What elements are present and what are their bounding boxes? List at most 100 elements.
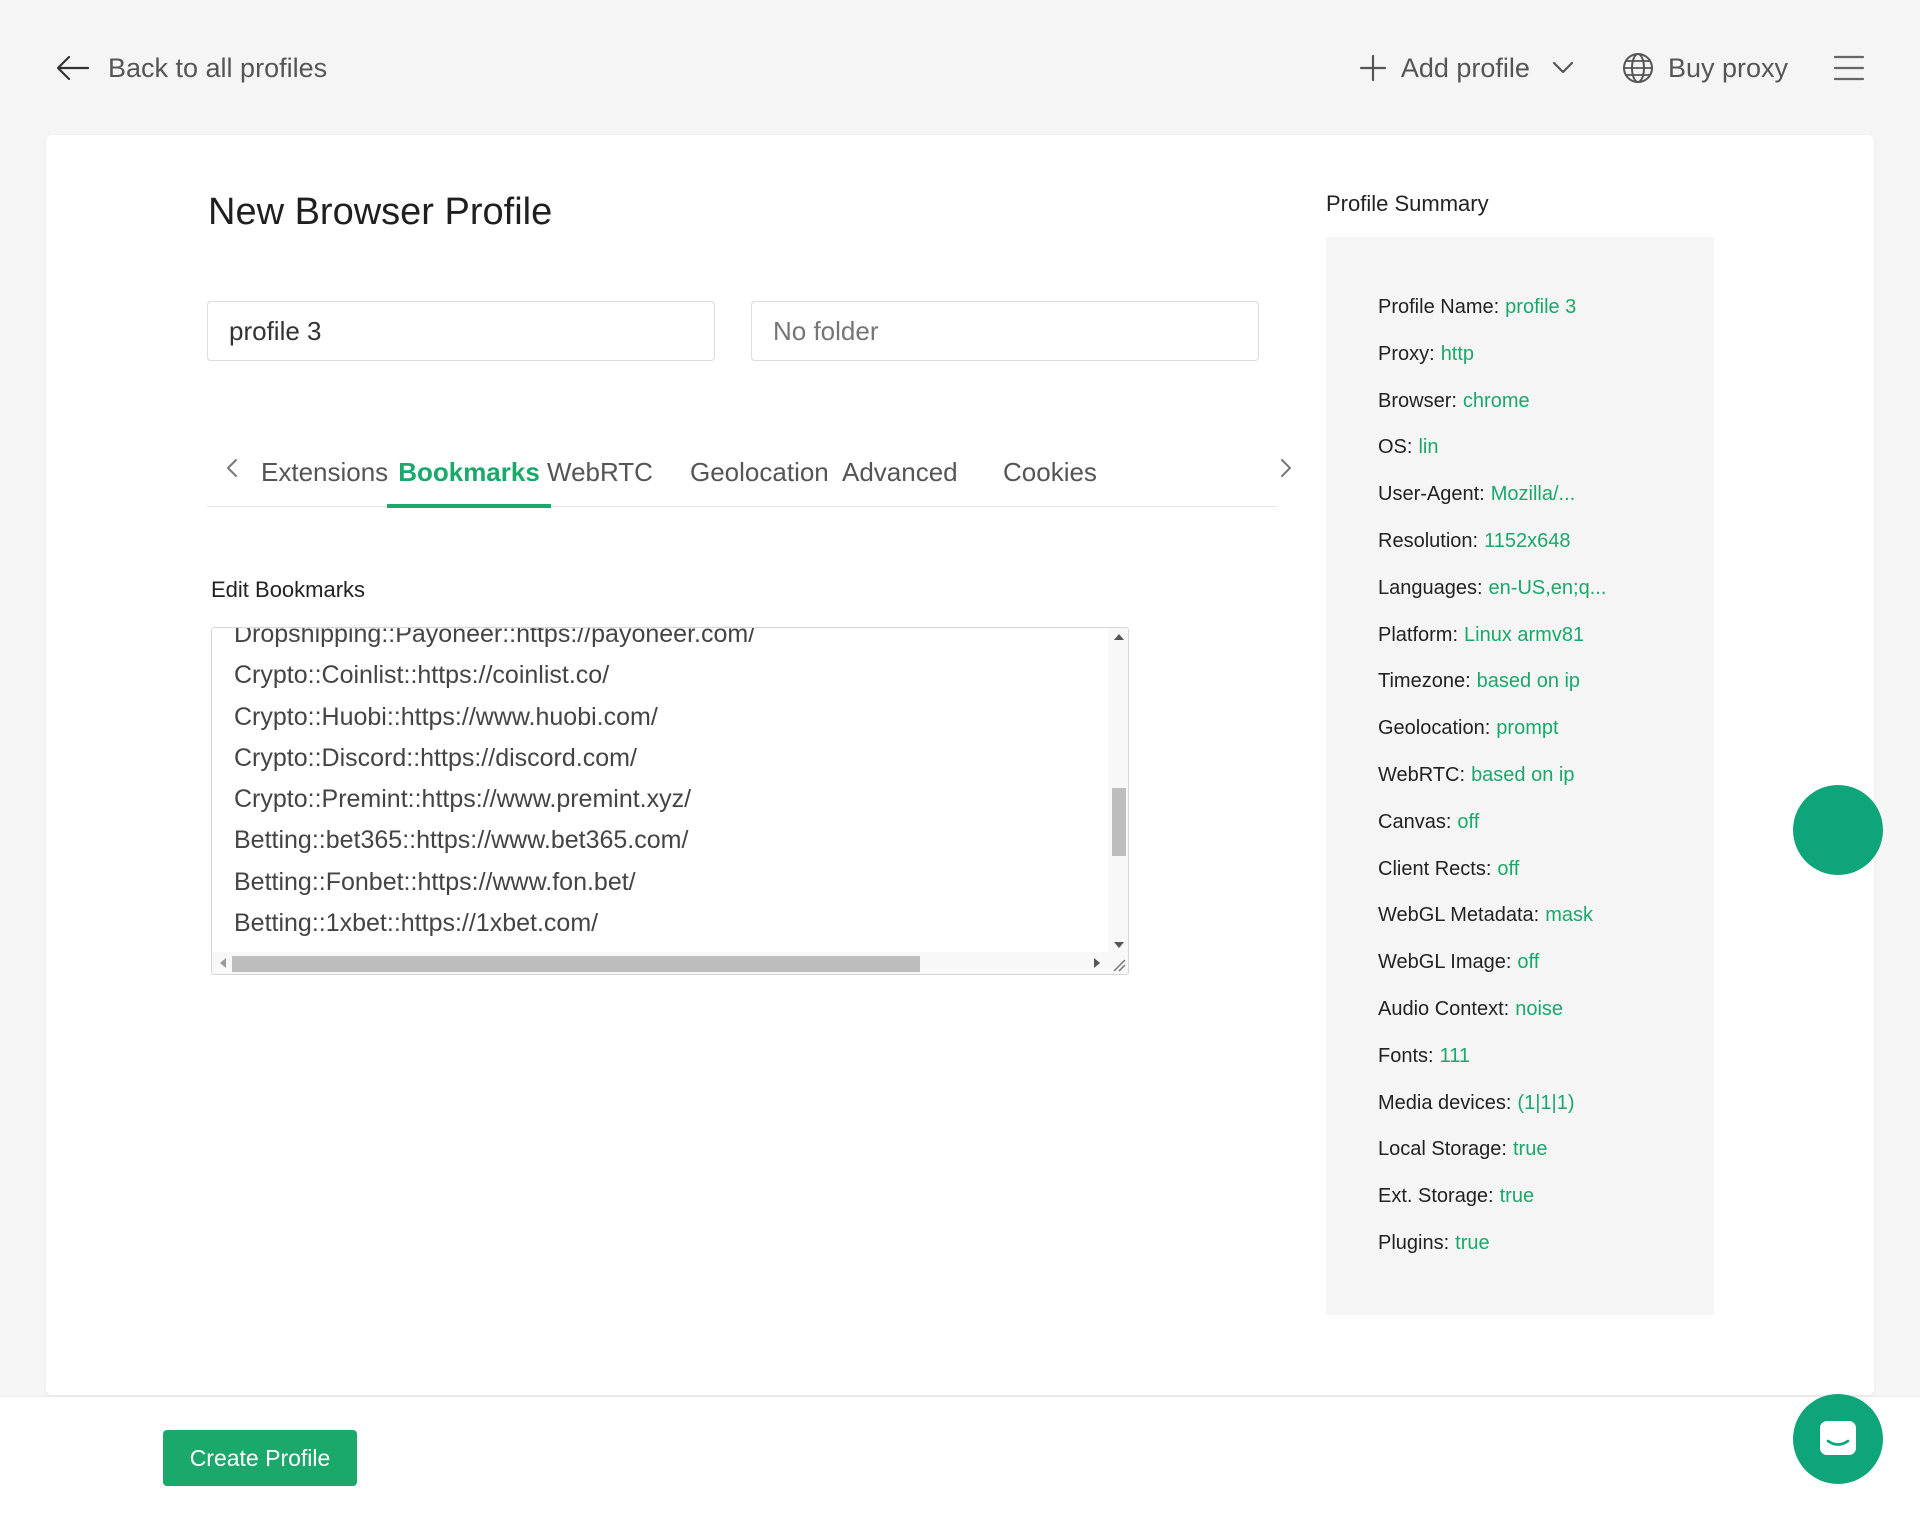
bookmark-line: Crypto::Coinlist::https://coinlist.co/ xyxy=(234,661,610,690)
globe-icon xyxy=(1622,53,1653,83)
summary-value: true xyxy=(1512,1138,1548,1161)
summary-key: Browser: xyxy=(1378,389,1457,412)
summary-key: Local Storage: xyxy=(1378,1138,1507,1161)
summary-value: chrome xyxy=(1462,389,1530,412)
chat-icon xyxy=(1820,1421,1856,1455)
tab-bookmarks[interactable]: Bookmarks xyxy=(387,449,551,508)
settings-tabs: Extensions Bookmarks WebRTC Geolocation … xyxy=(207,443,1291,508)
vertical-scroll-thumb[interactable] xyxy=(1112,788,1126,856)
bookmark-line: Betting::1xbet::https://1xbet.com/ xyxy=(234,909,599,938)
summary-key: Fonts: xyxy=(1378,1044,1434,1067)
back-link-label: Back to all profiles xyxy=(108,52,328,83)
bookmark-line: Dropshipping::Payoneer::https://payoneer… xyxy=(234,627,756,648)
scroll-down-arrow-icon[interactable] xyxy=(1114,942,1124,948)
summary-row: Timezone: based on ip xyxy=(1378,669,1606,716)
summary-key: Ext. Storage: xyxy=(1378,1185,1494,1208)
summary-key: WebGL Image: xyxy=(1378,951,1512,974)
summary-row: User-Agent: Mozilla/... xyxy=(1378,482,1606,529)
summary-list: Profile Name: profile 3 Proxy: http Browser:… xyxy=(1378,295,1606,1278)
summary-value: mask xyxy=(1545,904,1593,927)
summary-value: profile 3 xyxy=(1505,296,1577,318)
tabs-scroll-left-button[interactable] xyxy=(225,457,249,487)
horizontal-scrollbar[interactable] xyxy=(212,952,1108,974)
summary-key: OS: xyxy=(1378,436,1413,459)
summary-row: Profile Name: profile 3 xyxy=(1378,295,1606,342)
summary-key: WebRTC: xyxy=(1378,763,1466,786)
buy-proxy-button[interactable]: Buy proxy xyxy=(1622,52,1788,84)
tabs-scroll-right-button[interactable] xyxy=(1279,457,1303,487)
footer-bar: Create Profile xyxy=(0,1397,1920,1522)
summary-row: Languages: en-US,en;q... xyxy=(1378,576,1606,623)
chevron-left-icon xyxy=(227,459,237,477)
summary-value: Mozilla/... xyxy=(1490,483,1576,506)
chat-button[interactable] xyxy=(1793,1394,1883,1484)
summary-value: Linux armv81 xyxy=(1464,623,1585,646)
summary-key: Timezone: xyxy=(1378,670,1471,693)
add-profile-button[interactable]: Add profile xyxy=(1359,53,1574,84)
horizontal-scroll-thumb[interactable] xyxy=(232,956,920,972)
summary-row: WebGL Image: off xyxy=(1378,950,1606,997)
chevron-down-icon[interactable] xyxy=(1552,61,1574,75)
summary-row: Geolocation: prompt xyxy=(1378,716,1606,763)
floating-action-button[interactable] xyxy=(1793,785,1883,875)
scroll-left-arrow-icon[interactable] xyxy=(220,958,226,968)
scroll-up-arrow-icon[interactable] xyxy=(1114,634,1124,640)
summary-value: noise xyxy=(1515,997,1564,1020)
summary-value: true xyxy=(1499,1185,1535,1208)
back-to-profiles-link[interactable]: Back to all profiles xyxy=(56,46,327,90)
bookmark-line: Crypto::Premint::https://www.premint.xyz… xyxy=(234,785,692,814)
summary-value: http xyxy=(1440,342,1475,365)
profile-form-card: New Browser Profile Extensions Bookmarks… xyxy=(46,135,1874,1395)
scroll-right-arrow-icon[interactable] xyxy=(1094,958,1100,968)
tab-geolocation[interactable]: Geolocation xyxy=(690,449,829,507)
buy-proxy-label: Buy proxy xyxy=(1667,52,1788,83)
summary-row: Browser: chrome xyxy=(1378,389,1606,436)
summary-row: Audio Context: noise xyxy=(1378,997,1606,1044)
summary-value: based on ip xyxy=(1476,670,1581,693)
summary-value: off xyxy=(1497,857,1520,880)
summary-key: Plugins: xyxy=(1378,1231,1450,1254)
summary-key: Geolocation: xyxy=(1378,717,1491,740)
chevron-right-icon xyxy=(1281,459,1291,477)
summary-row: Client Rects: off xyxy=(1378,857,1606,904)
bookmark-line: Betting::Fonbet::https://www.fon.bet/ xyxy=(234,867,636,896)
resize-grip-icon[interactable] xyxy=(1106,952,1128,974)
profile-summary-title: Profile Summary xyxy=(1326,191,1489,216)
vertical-scrollbar[interactable] xyxy=(1108,628,1128,954)
summary-value: en-US,en;q... xyxy=(1488,576,1607,599)
edit-bookmarks-label: Edit Bookmarks xyxy=(211,577,366,602)
summary-value: 111 xyxy=(1439,1044,1470,1067)
summary-key: Media devices: xyxy=(1378,1091,1512,1114)
summary-value: true xyxy=(1455,1231,1490,1254)
tab-advanced[interactable]: Advanced xyxy=(842,449,958,507)
bookmarks-textarea[interactable]: Dropshipping::Payoneer::https://payoneer… xyxy=(211,627,1129,975)
create-profile-button[interactable]: Create Profile xyxy=(163,1430,357,1486)
summary-key: WebGL Metadata: xyxy=(1378,904,1540,927)
summary-key: Languages: xyxy=(1378,576,1483,599)
top-actions: Add profile Buy proxy xyxy=(1359,46,1864,90)
summary-key: Proxy: xyxy=(1378,342,1435,365)
summary-row: Canvas: off xyxy=(1378,810,1606,857)
summary-key: Resolution: xyxy=(1378,529,1479,552)
summary-key: Platform: xyxy=(1378,623,1459,646)
summary-value: 1152x648 xyxy=(1484,529,1571,552)
summary-row: Ext. Storage: true xyxy=(1378,1184,1606,1231)
hamburger-menu-icon[interactable] xyxy=(1834,55,1864,81)
bookmark-line: Betting::bet365::https://www.bet365.com/ xyxy=(234,826,689,855)
top-bar: Back to all profiles Add profile Buy pro… xyxy=(0,0,1920,135)
summary-row: Platform: Linux armv81 xyxy=(1378,623,1606,670)
summary-row: OS: lin xyxy=(1378,435,1606,482)
tab-webrtc[interactable]: WebRTC xyxy=(547,449,653,507)
arrow-left-icon xyxy=(56,55,90,81)
summary-key: Audio Context: xyxy=(1378,997,1510,1020)
bookmarks-text: Dropshipping::Payoneer::https://payoneer… xyxy=(234,627,1102,974)
tab-cookies[interactable]: Cookies xyxy=(1003,449,1097,507)
bookmark-line: Crypto::Huobi::https://www.huobi.com/ xyxy=(234,702,658,731)
plus-icon xyxy=(1359,54,1386,82)
summary-value: off xyxy=(1457,810,1480,833)
tab-extensions[interactable]: Extensions xyxy=(261,449,388,507)
summary-row: Resolution: 1152x648 xyxy=(1378,529,1606,576)
summary-value: lin xyxy=(1418,436,1439,459)
folder-select[interactable] xyxy=(751,301,1259,361)
profile-name-input[interactable] xyxy=(207,301,715,361)
